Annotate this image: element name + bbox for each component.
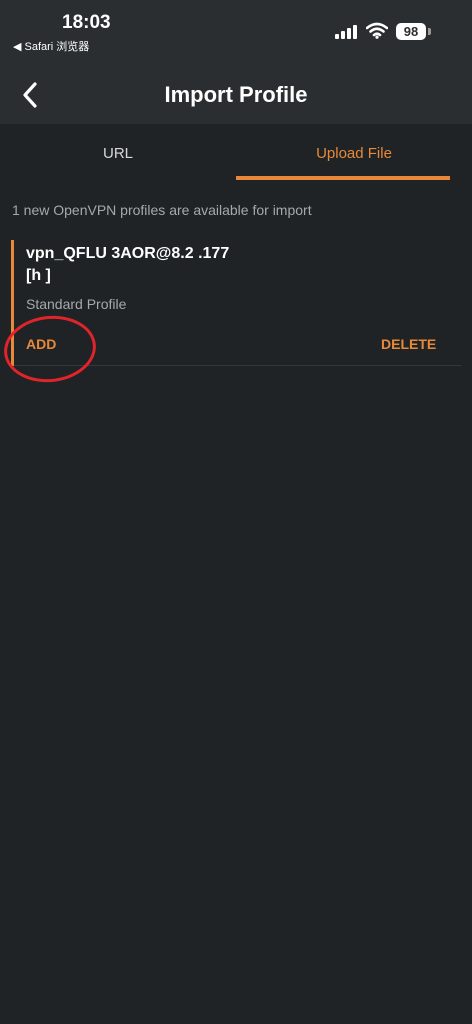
page-title: Import Profile <box>164 82 308 107</box>
battery-icon: 98 <box>396 23 426 40</box>
profile-type: Standard Profile <box>26 296 127 312</box>
active-tab-indicator <box>236 176 450 180</box>
status-time: 18:03 <box>62 12 111 33</box>
profile-name-line-2: [h ] <box>26 267 51 284</box>
profile-name-line-1: vpn_QFLU 3AOR@8.2 .177 <box>26 245 230 262</box>
delete-button[interactable]: DELETE <box>381 336 436 352</box>
profile-name: vpn_QFLU 3AOR@8.2 .177 [h ] <box>26 243 446 287</box>
red-circle-annotation <box>0 311 100 387</box>
tab-url[interactable]: URL <box>0 125 236 181</box>
battery-tip <box>428 28 431 35</box>
tab-upload-file[interactable]: Upload File <box>236 125 472 181</box>
back-to-app-link[interactable]: ◀ Safari 浏览器 <box>13 38 89 54</box>
wifi-icon <box>366 22 388 39</box>
import-info-text: 1 new OpenVPN profiles are available for… <box>12 202 312 218</box>
signal-icon <box>335 24 359 39</box>
